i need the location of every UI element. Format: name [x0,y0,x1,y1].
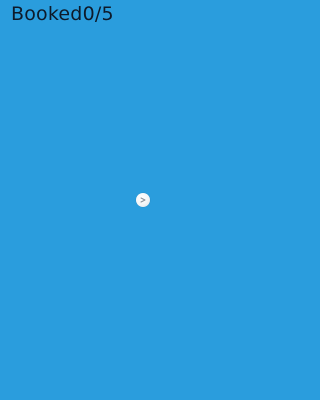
arrow-ball-icon [140,197,146,203]
booked-count: 0/5 [82,3,114,25]
booked-label: Booked [11,3,83,25]
booked-counter: Booked0/5 [11,3,114,25]
player-ball[interactable] [136,193,150,207]
